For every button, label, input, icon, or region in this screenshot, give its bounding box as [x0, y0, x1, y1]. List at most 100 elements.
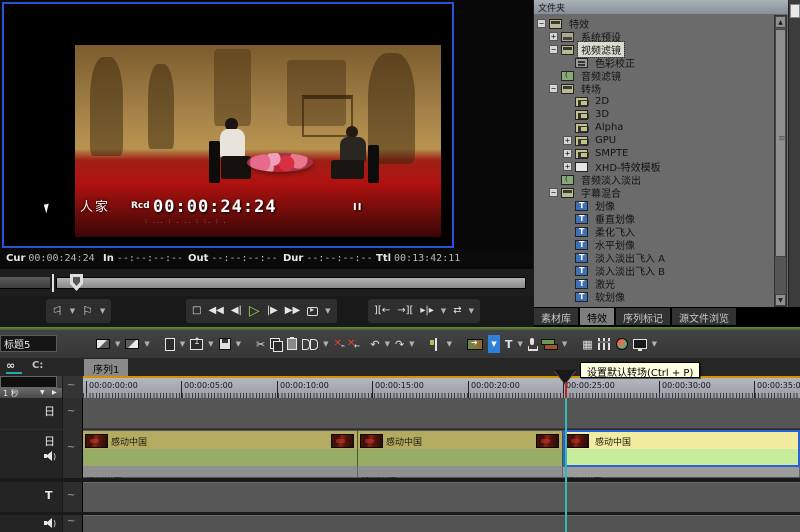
timeline-ruler[interactable]: 00:00:00:00 00:00:05:00 00:00:10:00 00:0…: [83, 376, 800, 398]
tab-effects[interactable]: 特效: [580, 308, 614, 325]
tree-item-wipe[interactable]: 划像: [534, 199, 774, 212]
clip-gandong-china-1[interactable]: 感动中国 感动中国: [83, 430, 358, 478]
tree-item-color-correction[interactable]: 色彩校正: [534, 56, 774, 69]
dropdown-icon[interactable]: ▼: [385, 340, 390, 348]
clip-audio-part[interactable]: 感动中国: [358, 449, 563, 466]
stop-button[interactable]: □: [192, 306, 201, 316]
dropdown-icon[interactable]: ▼: [236, 340, 241, 348]
tree-item-audio-fade[interactable]: 音频淡入淡出: [534, 173, 774, 186]
paste-icon[interactable]: [287, 338, 297, 350]
patch-icon[interactable]: ~: [67, 380, 75, 391]
grid-view-icon[interactable]: ▦: [582, 339, 592, 350]
timescale-expand-icon[interactable]: ▶: [52, 389, 57, 396]
shuttle-button[interactable]: ⇄: [453, 306, 461, 316]
sync-mode-icon[interactable]: ∞: [6, 359, 15, 372]
tree-item-system-presets[interactable]: +系统预设: [534, 30, 774, 43]
tree-item-video-filters[interactable]: −视频滤镜: [534, 43, 774, 56]
copy-icon[interactable]: [270, 338, 282, 350]
patch-icon[interactable]: ~: [67, 490, 75, 501]
shuttle-dropdown-icon[interactable]: ▼: [469, 307, 474, 315]
overwrite-mode-icon[interactable]: [96, 339, 110, 349]
color-correction-icon[interactable]: [616, 338, 628, 350]
tree-item-audio-filters[interactable]: 音频滤镜: [534, 69, 774, 82]
expand-icon[interactable]: +: [563, 149, 572, 158]
title-name-input[interactable]: [0, 335, 57, 352]
rewind-button[interactable]: ◀◀: [208, 306, 223, 316]
timescale-selector[interactable]: 1 秒▼▶: [0, 388, 62, 398]
dropdown-icon[interactable]: ▼: [144, 340, 149, 348]
tree-item-transitions[interactable]: −转场: [534, 82, 774, 95]
clip-audio-part[interactable]: 感动中国: [83, 449, 358, 466]
clip-video-part[interactable]: 感动中国: [358, 431, 563, 449]
new-sequence-icon[interactable]: [165, 338, 175, 351]
title-track-empty[interactable]: [83, 482, 800, 512]
tree-item-2d[interactable]: 2D: [534, 95, 774, 108]
audio-track-empty[interactable]: [83, 515, 800, 532]
save-project-icon[interactable]: [219, 338, 231, 350]
dropdown-icon[interactable]: ▼: [447, 340, 452, 348]
timescale-dropdown-icon[interactable]: ▼: [40, 389, 45, 396]
delete-icon[interactable]: ✕⌁: [334, 339, 342, 349]
tree-item-laser[interactable]: 激光: [534, 277, 774, 290]
frame-forward-button[interactable]: |▶: [267, 306, 278, 316]
collapse-icon[interactable]: −: [549, 84, 558, 93]
monitor-mode-icon[interactable]: [633, 339, 647, 349]
redo-icon[interactable]: ↷: [395, 339, 404, 350]
clip-gandong-china-3-selected[interactable]: 感动中国 感动中国: [563, 430, 800, 478]
tree-item-soft-fly-in[interactable]: 柔化飞入: [534, 225, 774, 238]
scroll-down-icon[interactable]: ▼: [775, 294, 786, 306]
tab-sequence-marks[interactable]: 序列标记: [616, 308, 670, 325]
dropdown-icon[interactable]: ▼: [115, 340, 120, 348]
tree-item-vertical-wipe[interactable]: 垂直划像: [534, 212, 774, 225]
patch-icon[interactable]: ~: [67, 406, 75, 417]
scrubber-track[interactable]: [56, 277, 526, 289]
dropdown-icon[interactable]: ▼: [409, 340, 414, 348]
tree-item-alpha[interactable]: Alpha: [534, 121, 774, 134]
tree-item-soft-wipe[interactable]: 软划像: [534, 290, 774, 303]
insert-mode-icon[interactable]: [125, 339, 139, 349]
dropdown-icon[interactable]: ▼: [323, 340, 328, 348]
patch-icon[interactable]: ~: [67, 516, 75, 527]
replace-clip-icon[interactable]: [302, 339, 318, 350]
dropdown-icon[interactable]: ▼: [180, 340, 185, 348]
tab-asset-bin[interactable]: 素材库: [534, 308, 578, 325]
patch-icon[interactable]: ~: [67, 442, 75, 453]
tree-scrollbar[interactable]: ▲ ▼: [774, 15, 787, 307]
clip-gandong-china-2[interactable]: 感动中国 感动中国: [358, 430, 563, 478]
goto-in-button[interactable]: ][←: [374, 306, 390, 316]
tree-item-fade-fly-b[interactable]: 淡入淡出飞入 B: [534, 264, 774, 277]
frame-back-button[interactable]: ◀|: [231, 306, 242, 316]
expand-icon[interactable]: +: [549, 32, 558, 41]
play-around-button[interactable]: ▸|▸: [420, 306, 433, 316]
import-export-icon[interactable]: [190, 339, 203, 350]
collapse-icon[interactable]: −: [549, 188, 558, 197]
dropdown-icon[interactable]: ▼: [517, 340, 522, 348]
default-transition-icon[interactable]: [467, 339, 483, 350]
scroll-up-icon[interactable]: ▲: [775, 16, 786, 28]
ripple-mode-icon[interactable]: C:: [32, 360, 43, 371]
video-track-1-empty[interactable]: [83, 398, 800, 429]
dropdown-icon[interactable]: ▼: [562, 340, 567, 348]
tree-item-effects-root[interactable]: −特效: [534, 17, 774, 30]
scrollbar-thumb[interactable]: [775, 29, 786, 257]
add-cut-point-icon[interactable]: [430, 338, 442, 351]
collapsed-pane-item[interactable]: [790, 4, 800, 18]
dropdown-icon[interactable]: ▼: [208, 340, 213, 348]
tree-item-gpu[interactable]: +GPU: [534, 134, 774, 147]
track-filter-input[interactable]: [0, 376, 57, 388]
loop-play-button[interactable]: [307, 307, 318, 316]
default-transition-dropdown-highlighted[interactable]: ▼: [488, 335, 500, 353]
in-point-dropdown-icon[interactable]: ▼: [70, 307, 75, 315]
goto-out-button[interactable]: →][: [397, 306, 413, 316]
play-around-dropdown-icon[interactable]: ▼: [441, 307, 446, 315]
tab-source-browser[interactable]: 源文件浏览: [672, 308, 736, 325]
clip-video-part[interactable]: 感动中国: [83, 431, 358, 449]
audio-mixer-icon[interactable]: [598, 338, 611, 350]
fast-forward-button[interactable]: ▶▶: [285, 306, 300, 316]
dropdown-icon[interactable]: ▼: [652, 340, 657, 348]
sequence-tab[interactable]: 序列1: [84, 359, 128, 376]
voiceover-mic-icon[interactable]: [528, 338, 536, 351]
ripple-delete-icon[interactable]: ✕←: [347, 339, 355, 349]
undo-icon[interactable]: ↶: [370, 339, 379, 350]
tree-item-xhd-templates[interactable]: +XHD-特效模板: [534, 160, 774, 173]
